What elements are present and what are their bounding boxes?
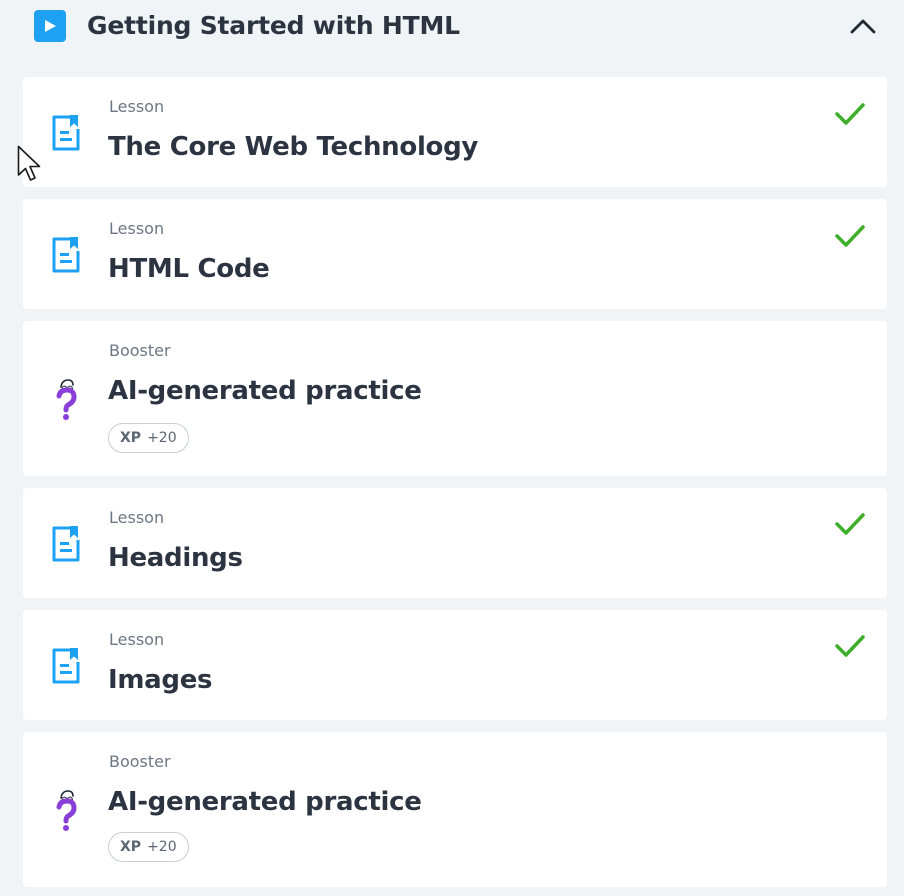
check-icon	[833, 100, 867, 128]
item-title: HTML Code	[108, 254, 270, 284]
xp-label: XP	[120, 430, 142, 446]
play-icon	[34, 10, 66, 42]
list-item-lesson[interactable]: Lesson Images	[23, 610, 887, 720]
item-title: AI-generated practice	[108, 787, 422, 817]
check-icon	[833, 510, 867, 538]
xp-badge: XP +20	[108, 423, 189, 453]
list-item-booster[interactable]: Booster AI-generated practice XP +20	[23, 732, 887, 887]
item-title: Images	[108, 665, 213, 695]
lesson-icon	[51, 235, 83, 275]
list-item-lesson[interactable]: Lesson Headings	[23, 488, 887, 598]
section-header[interactable]: Getting Started with HTML	[0, 0, 904, 56]
lesson-icon	[51, 524, 83, 564]
list-item-lesson[interactable]: Lesson The Core Web Technology	[23, 77, 887, 187]
section-title: Getting Started with HTML	[87, 11, 460, 40]
item-title: AI-generated practice	[108, 376, 422, 406]
item-type-label: Lesson	[109, 97, 165, 116]
item-type-label: Booster	[109, 341, 171, 360]
question-mark-icon	[51, 788, 83, 831]
xp-value: +20	[147, 839, 177, 855]
item-title: The Core Web Technology	[108, 132, 479, 162]
item-title: Headings	[108, 543, 243, 573]
item-type-label: Lesson	[109, 630, 165, 649]
check-icon	[833, 632, 867, 660]
xp-label: XP	[120, 839, 142, 855]
item-type-label: Lesson	[109, 508, 165, 527]
question-mark-icon	[51, 377, 83, 420]
list-item-lesson[interactable]: Lesson HTML Code	[23, 199, 887, 309]
collapse-button[interactable]	[846, 10, 880, 42]
item-type-label: Booster	[109, 752, 171, 771]
chevron-up-icon	[850, 19, 876, 34]
xp-value: +20	[147, 430, 177, 446]
xp-badge: XP +20	[108, 832, 189, 862]
lesson-icon	[51, 646, 83, 686]
check-icon	[833, 222, 867, 250]
lesson-icon	[51, 113, 83, 153]
list-item-booster[interactable]: Booster AI-generated practice XP +20	[23, 321, 887, 476]
item-type-label: Lesson	[109, 219, 165, 238]
